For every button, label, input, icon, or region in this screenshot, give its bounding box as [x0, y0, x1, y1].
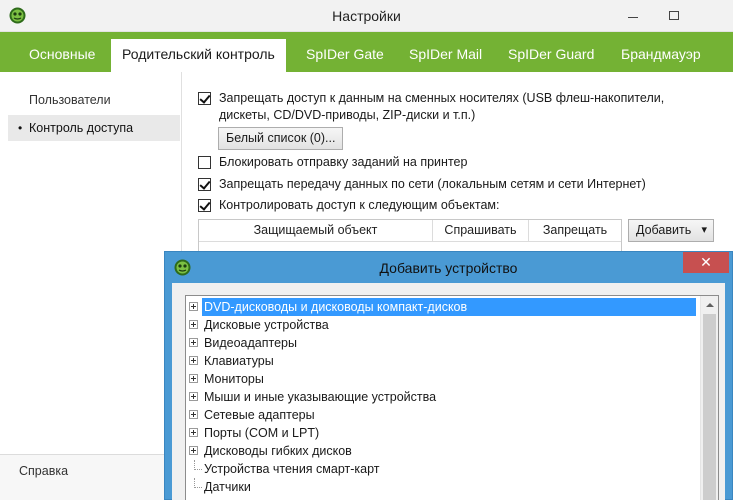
tree-item-keyboards[interactable]: Клавиатуры [186, 352, 696, 370]
minimize-icon [628, 16, 638, 18]
add-button-label: Добавить [636, 223, 692, 237]
tree-item-disk-drives[interactable]: Дисковые устройства [186, 316, 696, 334]
tree-item-dvd[interactable]: DVD-дисководы и дисководы компакт-дисков [186, 298, 696, 316]
tree-item-label: DVD-дисководы и дисководы компакт-дисков [202, 298, 696, 316]
printer-checkbox[interactable] [198, 156, 211, 169]
close-icon: ✕ [700, 254, 712, 270]
add-device-dialog: Добавить устройство ✕ DVD-дисководы и ди… [164, 251, 733, 500]
column-header-ask[interactable]: Спрашивать [433, 220, 529, 242]
scroll-up-button[interactable] [701, 296, 718, 313]
tree-item-sensors[interactable]: Датчики [186, 478, 696, 496]
tree-item-label: Датчики [204, 480, 251, 494]
window-titlebar: Настройки [0, 0, 733, 32]
dialog-title: Добавить устройство [379, 260, 518, 276]
tree-item-mice[interactable]: Мыши и иные указывающие устройства [186, 388, 696, 406]
tree-item-label: Дисководы гибких дисков [204, 444, 352, 458]
expand-icon[interactable] [189, 410, 198, 419]
tree-item-label: Клавиатуры [204, 354, 274, 368]
chevron-up-icon [705, 302, 714, 307]
dialog-body: DVD-дисководы и дисководы компакт-дисков… [172, 283, 725, 500]
tree-item-video-adapters[interactable]: Видеоадаптеры [186, 334, 696, 352]
tree-item-monitors[interactable]: Мониторы [186, 370, 696, 388]
printer-label: Блокировать отправку заданий на принтер [219, 155, 468, 169]
tree-scrollbar[interactable] [700, 296, 718, 500]
network-label: Запрещать передачу данных по сети (локал… [219, 177, 646, 191]
tab-spider-mail[interactable]: SpIDer Mail [409, 39, 482, 72]
printer-option[interactable]: Блокировать отправку заданий на принтер [198, 154, 598, 171]
tab-firewall[interactable]: Брандмауэр [621, 39, 701, 72]
objects-option[interactable]: Контролировать доступ к следующим объект… [198, 197, 598, 214]
tab-spider-gate[interactable]: SpIDer Gate [306, 39, 384, 72]
expand-icon[interactable] [189, 374, 198, 383]
objects-checkbox[interactable] [198, 199, 211, 212]
column-header-deny[interactable]: Запрещать [529, 220, 621, 242]
tree-item-label: Дисковые устройства [204, 318, 329, 332]
tree-item-label: Устройства чтения смарт-карт [204, 462, 380, 476]
tree-item-smart-card-readers[interactable]: Устройства чтения смарт-карт [186, 460, 696, 478]
expand-icon[interactable] [189, 302, 198, 311]
tree-item-floppy[interactable]: Дисководы гибких дисков [186, 442, 696, 460]
tree-connector [194, 460, 202, 470]
expand-icon[interactable] [189, 392, 198, 401]
objects-label: Контролировать доступ к следующим объект… [219, 198, 500, 212]
tree-item-label: Сетевые адаптеры [204, 408, 315, 422]
network-checkbox[interactable] [198, 178, 211, 191]
scroll-thumb[interactable] [703, 314, 716, 500]
sidebar-item-access-control[interactable]: • Контроль доступа [8, 115, 180, 141]
add-button[interactable]: Добавить ▾ [628, 219, 714, 242]
bullet-icon: • [18, 121, 23, 135]
dialog-titlebar: Добавить устройство ✕ [165, 252, 732, 283]
tree-item-network-adapters[interactable]: Сетевые адаптеры [186, 406, 696, 424]
tree-item-label: Порты (COM и LPT) [204, 426, 320, 440]
help-link[interactable]: Справка [19, 464, 68, 478]
sidebar: Пользователи • Контроль доступа [0, 72, 182, 500]
tree-item-label: Мониторы [204, 372, 264, 386]
whitelist-button[interactable]: Белый список (0)... [218, 127, 344, 150]
removable-media-option[interactable]: Запрещать доступ к данным на сменных нос… [198, 90, 698, 124]
tree-item-label: Видеоадаптеры [204, 336, 297, 350]
expand-icon[interactable] [189, 446, 198, 455]
expand-icon[interactable] [189, 428, 198, 437]
expand-icon[interactable] [189, 338, 198, 347]
network-option[interactable]: Запрещать передачу данных по сети (локал… [198, 176, 678, 193]
expand-icon[interactable] [189, 356, 198, 365]
tree-item-label: Мыши и иные указывающие устройства [204, 390, 437, 404]
sidebar-item-label: Пользователи [29, 93, 111, 107]
removable-media-label: Запрещать доступ к данным на сменных нос… [219, 91, 665, 105]
maximize-button[interactable] [659, 0, 689, 30]
minimize-button[interactable] [618, 0, 648, 30]
close-button[interactable]: ✕ [683, 252, 729, 273]
tab-parental-control[interactable]: Родительский контроль [111, 39, 286, 72]
tree-item-ports[interactable]: Порты (COM и LPT) [186, 424, 696, 442]
removable-media-checkbox[interactable] [198, 92, 211, 105]
sidebar-item-users[interactable]: Пользователи [8, 87, 180, 113]
chevron-down-icon: ▾ [701, 224, 707, 236]
maximize-icon [669, 10, 679, 20]
tab-spider-guard[interactable]: SpIDer Guard [508, 39, 594, 72]
tab-bar: Основные Родительский контроль SpIDer Ga… [0, 32, 733, 72]
removable-media-label-cont: дискеты, CD/DVD-приводы, ZIP-диски и т.п… [219, 108, 476, 122]
column-header-object[interactable]: Защищаемый объект [199, 220, 433, 242]
sidebar-item-label: Контроль доступа [29, 121, 134, 135]
tree-connector [194, 478, 202, 488]
expand-icon[interactable] [189, 320, 198, 329]
device-tree[interactable]: DVD-дисководы и дисководы компакт-дисков… [185, 295, 719, 500]
tab-general[interactable]: Основные [29, 39, 95, 72]
